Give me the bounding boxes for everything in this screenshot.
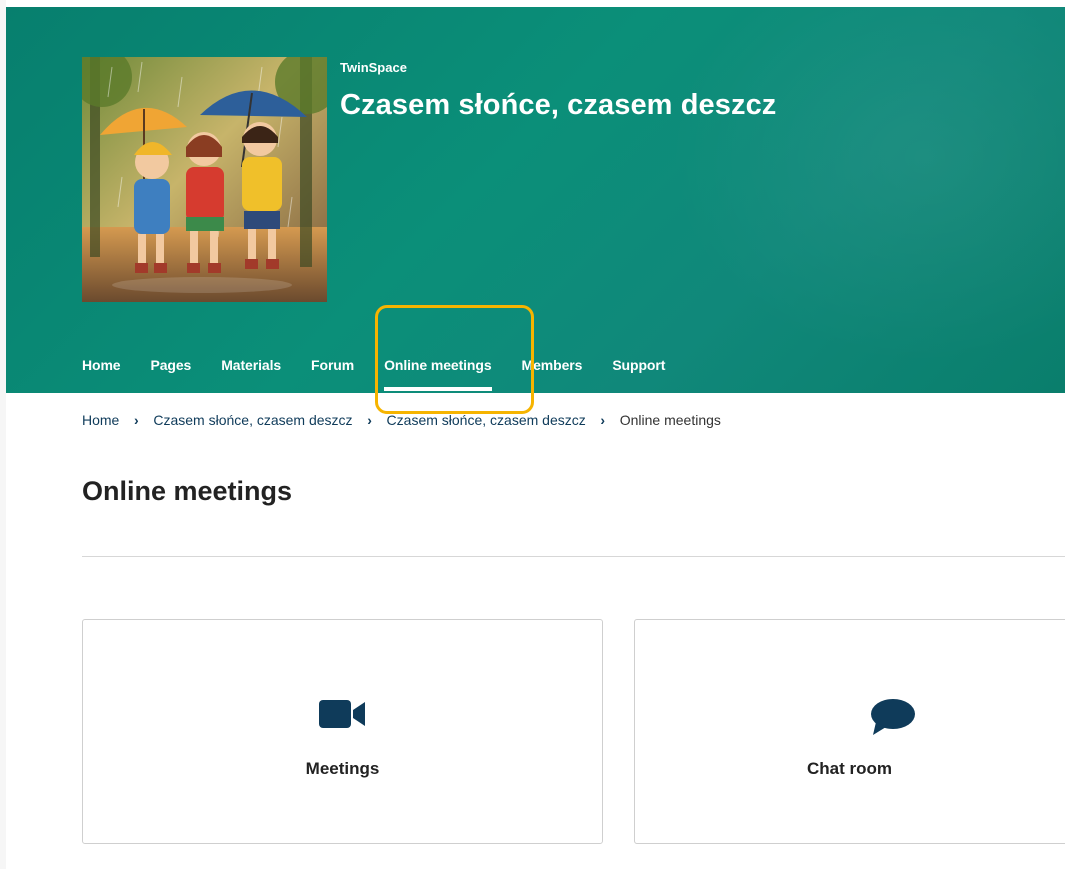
main-nav: Home Pages Materials Forum Online meetin… xyxy=(82,357,695,391)
project-title: Czasem słońce, czasem deszcz xyxy=(340,89,777,121)
chat-room-label: Chat room xyxy=(807,759,892,778)
meetings-label: Meetings xyxy=(305,759,380,778)
chat-room-card[interactable]: Chat room xyxy=(634,619,1065,844)
chevron-right-icon: › xyxy=(367,412,372,428)
nav-materials[interactable]: Materials xyxy=(221,357,281,373)
breadcrumb-home[interactable]: Home xyxy=(82,412,119,428)
nav-forum[interactable]: Forum xyxy=(311,357,354,373)
breadcrumb: Home › Czasem słońce, czasem deszcz › Cz… xyxy=(82,412,721,428)
divider xyxy=(82,556,1065,557)
video-camera-icon xyxy=(318,698,367,735)
chat-bubble-icon xyxy=(870,698,916,741)
nav-online-meetings[interactable]: Online meetings xyxy=(384,357,492,391)
header-banner: TwinSpace Czasem słońce, czasem deszcz H… xyxy=(6,7,1065,393)
site-eyebrow: TwinSpace xyxy=(340,60,407,75)
chevron-right-icon: › xyxy=(600,412,606,428)
nav-home[interactable]: Home xyxy=(82,357,121,373)
meetings-card[interactable]: Meetings xyxy=(82,619,603,844)
nav-support[interactable]: Support xyxy=(612,357,665,373)
page-title: Online meetings xyxy=(82,476,293,506)
nav-pages[interactable]: Pages xyxy=(151,357,192,373)
breadcrumb-project[interactable]: Czasem słońce, czasem deszcz xyxy=(153,412,352,428)
breadcrumb-project-space[interactable]: Czasem słońce, czasem deszcz xyxy=(387,412,586,428)
chevron-right-icon: › xyxy=(134,412,139,428)
nav-members[interactable]: Members xyxy=(522,357,583,373)
breadcrumb-current: Online meetings xyxy=(619,412,721,428)
project-image xyxy=(82,57,327,302)
page: TwinSpace Czasem słońce, czasem deszcz H… xyxy=(0,0,1065,869)
